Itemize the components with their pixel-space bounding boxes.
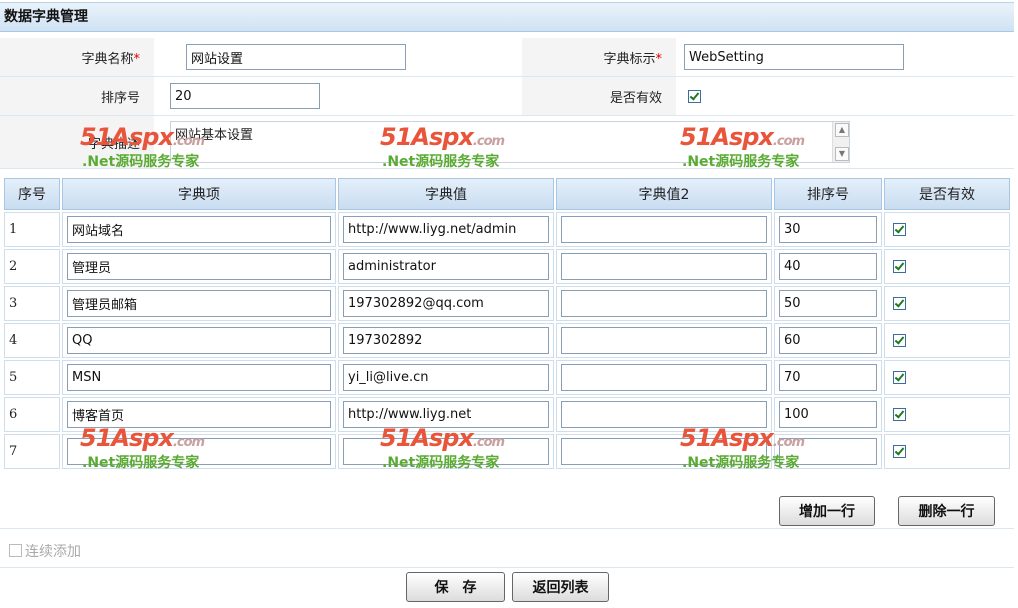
- order-label: 排序号: [0, 76, 154, 116]
- valid-checkbox[interactable]: [893, 334, 906, 347]
- col-header-item: 字典项: [62, 178, 336, 210]
- page-title: 数据字典管理: [0, 2, 1014, 32]
- col-header-value: 字典值: [338, 178, 554, 210]
- dict-key-input[interactable]: [684, 44, 904, 70]
- value-input[interactable]: [343, 290, 549, 317]
- order-input[interactable]: [170, 83, 320, 109]
- valid-checkbox[interactable]: [893, 297, 906, 310]
- value2-input[interactable]: [561, 401, 767, 428]
- dict-name-input[interactable]: [186, 44, 406, 70]
- value2-input[interactable]: [561, 364, 767, 391]
- row-index: 2: [4, 249, 60, 284]
- order-input[interactable]: [779, 364, 877, 391]
- item-input[interactable]: [67, 253, 331, 280]
- col-header-valid: 是否有效: [884, 178, 1010, 210]
- col-header-index: 序号: [4, 178, 60, 210]
- dictionary-items-grid: 序号 字典项 字典值 字典值2 排序号 是否有效 1 2 3: [2, 176, 1012, 471]
- order-input[interactable]: [779, 438, 877, 465]
- value-input[interactable]: [343, 253, 549, 280]
- valid-checkbox[interactable]: [893, 371, 906, 384]
- table-row: 6: [4, 397, 1010, 432]
- desc-textarea[interactable]: 网站基本设置 ▲ ▼: [170, 121, 850, 163]
- valid-checkbox[interactable]: [893, 223, 906, 236]
- table-row: 5: [4, 360, 1010, 395]
- order-input[interactable]: [779, 290, 877, 317]
- continuous-add-option[interactable]: 连续添加: [9, 541, 81, 561]
- order-input[interactable]: [779, 401, 877, 428]
- delete-row-button[interactable]: 删除一行: [898, 496, 995, 526]
- desc-scrollbar[interactable]: ▲ ▼: [832, 122, 849, 162]
- grid-header-row: 序号 字典项 字典值 字典值2 排序号 是否有效: [4, 178, 1010, 210]
- form-row-2: 排序号 是否有效: [0, 76, 1014, 116]
- col-header-order: 排序号: [774, 178, 882, 210]
- form-row-1: 字典名称* 字典标示*: [0, 38, 1014, 77]
- dict-name-label: 字典名称*: [0, 38, 154, 77]
- valid-checkbox[interactable]: [893, 445, 906, 458]
- row-index: 3: [4, 286, 60, 321]
- row-index: 4: [4, 323, 60, 358]
- table-row: 1: [4, 212, 1010, 247]
- continuous-add-label: 连续添加: [25, 544, 81, 560]
- row-index: 6: [4, 397, 60, 432]
- valid-checkbox[interactable]: [688, 89, 701, 103]
- value2-input[interactable]: [561, 290, 767, 317]
- dictionary-form: 字典名称* 字典标示* 排序号 是否有效 字典描述 网站基本设置 ▲ ▼: [0, 38, 1014, 169]
- row-index: 7: [4, 434, 60, 469]
- row-index: 1: [4, 212, 60, 247]
- scroll-up-icon[interactable]: ▲: [835, 123, 849, 137]
- divider: [0, 528, 1014, 529]
- table-row: 4: [4, 323, 1010, 358]
- order-input[interactable]: [779, 253, 877, 280]
- form-row-3: 字典描述 网站基本设置 ▲ ▼: [0, 115, 1014, 169]
- valid-checkbox[interactable]: [893, 408, 906, 421]
- value-input[interactable]: [343, 438, 549, 465]
- value-input[interactable]: [343, 364, 549, 391]
- value-input[interactable]: [343, 401, 549, 428]
- row-index: 5: [4, 360, 60, 395]
- value-input[interactable]: [343, 216, 549, 243]
- value2-input[interactable]: [561, 327, 767, 354]
- value2-input[interactable]: [561, 253, 767, 280]
- value-input[interactable]: [343, 327, 549, 354]
- grid-body: 1 2 3 4: [4, 212, 1010, 469]
- order-input[interactable]: [779, 327, 877, 354]
- value2-input[interactable]: [561, 438, 767, 465]
- item-input[interactable]: [67, 438, 331, 465]
- item-input[interactable]: [67, 290, 331, 317]
- item-input[interactable]: [67, 327, 331, 354]
- table-row: 2: [4, 249, 1010, 284]
- dict-key-label: 字典标示*: [522, 38, 676, 77]
- item-input[interactable]: [67, 401, 331, 428]
- item-input[interactable]: [67, 216, 331, 243]
- order-input[interactable]: [779, 216, 877, 243]
- save-button[interactable]: 保 存: [406, 572, 505, 602]
- add-row-button[interactable]: 增加一行: [779, 496, 875, 526]
- col-header-value2: 字典值2: [556, 178, 772, 210]
- desc-label: 字典描述: [0, 115, 154, 169]
- continuous-add-checkbox[interactable]: [9, 544, 22, 557]
- item-input[interactable]: [67, 364, 331, 391]
- value2-input[interactable]: [561, 216, 767, 243]
- table-row: 3: [4, 286, 1010, 321]
- scroll-down-icon[interactable]: ▼: [835, 147, 849, 161]
- table-row: 7: [4, 434, 1010, 469]
- valid-checkbox[interactable]: [893, 260, 906, 273]
- back-to-list-button[interactable]: 返回列表: [512, 572, 609, 602]
- valid-label: 是否有效: [522, 76, 676, 116]
- divider: [0, 567, 1014, 568]
